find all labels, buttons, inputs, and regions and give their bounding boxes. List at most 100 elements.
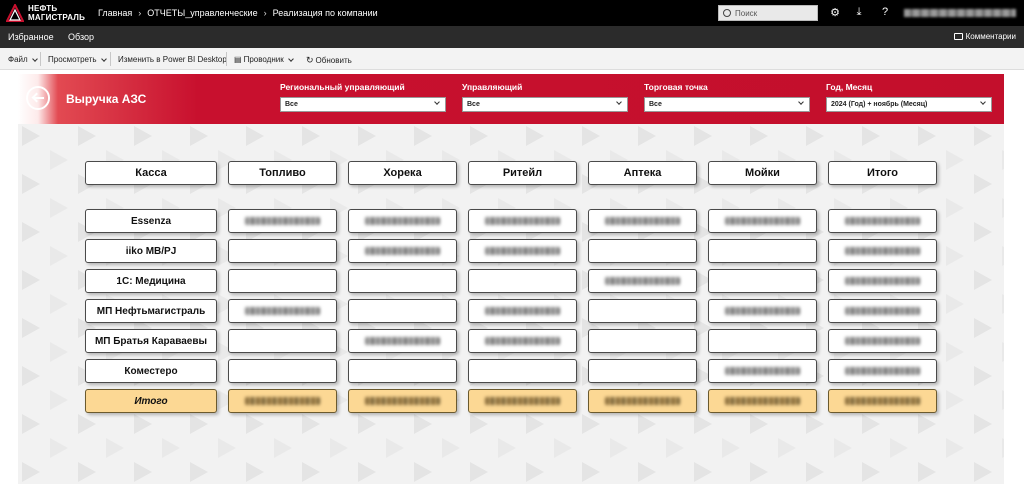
column-header[interactable]: Топливо [228, 161, 337, 185]
matrix-cell[interactable] [708, 209, 817, 233]
breadcrumb-home[interactable]: Главная [98, 8, 132, 18]
column-header-label: Топливо [259, 167, 306, 179]
matrix-cell[interactable] [588, 269, 697, 293]
help-icon[interactable]: ? [878, 6, 892, 18]
matrix-cell[interactable] [468, 299, 577, 323]
total-cell[interactable] [588, 389, 697, 413]
matrix-cell[interactable] [228, 329, 337, 353]
divider [226, 52, 227, 66]
matrix-cell[interactable] [228, 299, 337, 323]
matrix-cell[interactable] [708, 299, 817, 323]
matrix-cell[interactable] [588, 329, 697, 353]
total-cell[interactable] [828, 389, 937, 413]
explorer-icon: ▤ [234, 55, 242, 64]
row-label[interactable]: Коместеро [85, 359, 217, 383]
refresh-button[interactable]: ↻ Обновить [306, 55, 352, 66]
total-cell[interactable] [468, 389, 577, 413]
column-header[interactable]: Итого [828, 161, 937, 185]
user-name[interactable] [904, 9, 1016, 17]
column-header[interactable]: Мойки [708, 161, 817, 185]
matrix-cell[interactable] [828, 299, 937, 323]
matrix-cell[interactable] [588, 239, 697, 263]
matrix-cell[interactable] [228, 269, 337, 293]
redacted-value [845, 217, 920, 225]
file-menu[interactable]: Файл [8, 55, 38, 64]
nav-favorites[interactable]: Избранное [8, 32, 54, 42]
breadcrumb: Главная › ОТЧЕТЫ_управленческие › Реализ… [98, 8, 378, 18]
row-label[interactable]: МП Братья Караваевы [85, 329, 217, 353]
matrix-cell[interactable] [468, 269, 577, 293]
row-label[interactable]: Essenza [85, 209, 217, 233]
matrix-cell[interactable] [708, 359, 817, 383]
gear-icon[interactable]: ⚙ [828, 6, 842, 19]
redacted-value [845, 337, 920, 345]
slicer-dropdown[interactable]: Все [644, 97, 810, 112]
row-label[interactable]: 1С: Медицина [85, 269, 217, 293]
comments-button[interactable]: Комментарии [953, 32, 1016, 41]
slicer-sales-point: Торговая точка Все [644, 82, 810, 112]
slicer-dropdown[interactable]: Все [280, 97, 446, 112]
nav-browse[interactable]: Обзор [68, 32, 94, 42]
explorer-menu[interactable]: ▤ Проводник [234, 55, 294, 64]
breadcrumb-reports[interactable]: ОТЧЕТЫ_управленческие [147, 8, 257, 18]
total-cell[interactable] [708, 389, 817, 413]
download-icon[interactable]: ⤓ [852, 6, 866, 19]
matrix-cell[interactable] [588, 359, 697, 383]
matrix-cell[interactable] [468, 239, 577, 263]
matrix-cell[interactable] [348, 359, 457, 383]
column-header-kassa[interactable]: Касса [85, 161, 217, 185]
matrix-cell[interactable] [708, 269, 817, 293]
explorer-menu-label: Проводник [243, 55, 284, 64]
column-header[interactable]: Ритейл [468, 161, 577, 185]
view-menu[interactable]: Просмотреть [48, 55, 107, 64]
company-logo[interactable]: НЕФТЬ МАГИСТРАЛЬ [6, 3, 86, 24]
matrix-cell[interactable] [828, 269, 937, 293]
chevron-down-icon [798, 99, 804, 105]
matrix-cell[interactable] [468, 359, 577, 383]
matrix-cell[interactable] [588, 299, 697, 323]
total-row-label[interactable]: Итого [85, 389, 217, 413]
column-header-label: Ритейл [502, 167, 543, 179]
matrix-cell[interactable] [828, 359, 937, 383]
logo-text: НЕФТЬ МАГИСТРАЛЬ [28, 4, 85, 22]
matrix-cell[interactable] [228, 239, 337, 263]
back-button[interactable] [26, 86, 50, 110]
matrix-cell[interactable] [468, 209, 577, 233]
redacted-value [365, 247, 440, 255]
total-cell[interactable] [228, 389, 337, 413]
matrix-cell[interactable] [828, 239, 937, 263]
total-cell[interactable] [348, 389, 457, 413]
edit-in-desktop-button[interactable]: Изменить в Power BI Desktop [118, 55, 227, 64]
matrix-cell[interactable] [228, 209, 337, 233]
search-placeholder: Поиск [735, 8, 758, 18]
column-header[interactable]: Аптека [588, 161, 697, 185]
matrix-cell[interactable] [348, 329, 457, 353]
matrix-cell[interactable] [708, 329, 817, 353]
redacted-value [725, 307, 800, 315]
matrix-cell[interactable] [828, 209, 937, 233]
chevron-down-icon [287, 55, 294, 62]
matrix-cell[interactable] [348, 209, 457, 233]
row-label-text: МП Нефтьмагистраль [96, 305, 206, 317]
search-icon [723, 9, 731, 17]
slicer-dropdown[interactable]: 2024 (Год) + ноябрь (Месяц) [826, 97, 992, 112]
matrix-cell[interactable] [228, 359, 337, 383]
search-input[interactable]: Поиск [718, 5, 818, 21]
redacted-value [365, 397, 440, 405]
matrix-cell[interactable] [468, 329, 577, 353]
chevron-right-icon: › [138, 8, 142, 18]
matrix-cell[interactable] [588, 209, 697, 233]
slicer-manager: Управляющий Все [462, 82, 628, 112]
redacted-value [485, 397, 560, 405]
matrix-cell[interactable] [348, 299, 457, 323]
row-label[interactable]: МП Нефтьмагистраль [85, 299, 217, 323]
matrix-cell[interactable] [708, 239, 817, 263]
slicer-value: Все [649, 101, 662, 108]
slicer-dropdown[interactable]: Все [462, 97, 628, 112]
row-label[interactable]: iiko MB/PJ [85, 239, 217, 263]
slicer-label: Торговая точка [644, 82, 708, 92]
column-header[interactable]: Хорека [348, 161, 457, 185]
matrix-cell[interactable] [348, 239, 457, 263]
matrix-cell[interactable] [348, 269, 457, 293]
matrix-cell[interactable] [828, 329, 937, 353]
